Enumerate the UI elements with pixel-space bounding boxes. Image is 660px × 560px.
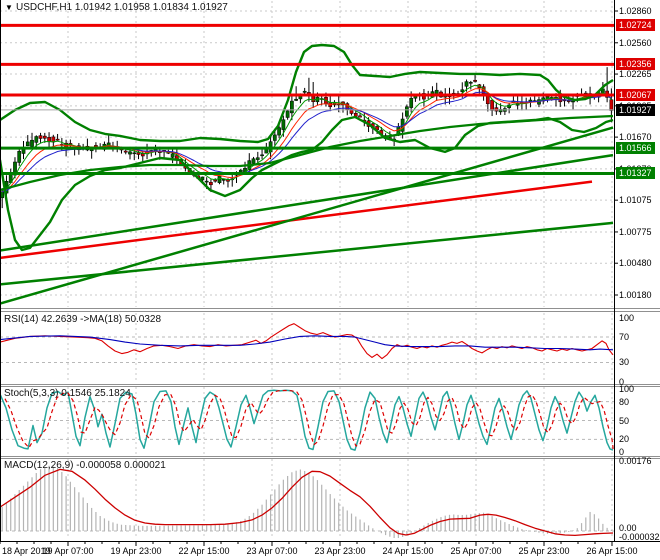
time-axis-label: 22 Apr 15:00 [178, 546, 230, 556]
candle-body [221, 179, 226, 181]
candle-body [34, 136, 39, 143]
candle-body [217, 175, 222, 183]
candle-body [413, 96, 418, 99]
candle-body [460, 89, 465, 92]
time-axis-label: 26 Apr 15:00 [586, 546, 638, 556]
candle-body [311, 96, 316, 102]
macd-indicator-title: MACD(12,26,9) -0.000058 0.000021 [4, 460, 166, 471]
bollinger-upper [0, 43, 614, 144]
symbol-dropdown-icon[interactable]: ▼ [5, 3, 13, 12]
candle-body [0, 191, 5, 199]
price-axis-label: 1.02265 [619, 69, 652, 80]
candle-body [285, 110, 290, 118]
price-axis-label: 1.00180 [619, 289, 652, 300]
candle-body [409, 98, 414, 108]
candle-body [17, 151, 22, 163]
current-price-chip: 1.01927 [616, 103, 655, 116]
candle-body [209, 182, 213, 186]
time-axis-label: 24 Apr 15:00 [382, 546, 434, 556]
forex-chart-window: ▼ USDCHF,H1 1.01942 1.01958 1.01834 1.01… [0, 0, 660, 560]
rsi-axis-label: 30 [619, 357, 630, 368]
candle-body [251, 158, 256, 164]
candle-body [123, 150, 128, 153]
stoch-indicator-title: Stoch(5,3,3) 0.1546 25.1824 [4, 388, 131, 399]
ema-slow-blue [2, 91, 612, 193]
candle-body [30, 139, 34, 147]
resistance-price-chip: 1.02724 [616, 19, 655, 32]
candle-body [255, 157, 260, 160]
candle-body [281, 119, 286, 130]
candle-body [494, 107, 499, 112]
candle-body [200, 176, 205, 181]
candle-body [464, 81, 469, 87]
time-axis-label: 19 Apr 07:00 [42, 546, 94, 556]
resistance-price-chip: 1.02067 [616, 89, 655, 102]
candle-body [571, 100, 575, 103]
candle-body [358, 115, 362, 118]
price-axis-label: 1.01670 [619, 132, 652, 143]
candle-body [42, 135, 47, 139]
candle-body [405, 106, 409, 117]
candle-body [55, 138, 60, 141]
resistance-price-chip: 1.02356 [616, 58, 655, 71]
candle-body [272, 134, 277, 141]
candle-body [473, 79, 477, 82]
candle-body [170, 153, 175, 158]
candle-body [238, 169, 243, 173]
stoch-axis-label: 100 [619, 384, 635, 394]
stoch-axis-label: 50 [619, 415, 630, 426]
rsi-axis-label: 100 [619, 313, 635, 323]
candle-body [260, 154, 264, 157]
candle-body [204, 180, 209, 183]
price-axis-label: 1.00480 [619, 258, 652, 269]
candle-body [128, 151, 132, 155]
chart-canvas [0, 0, 660, 546]
candle-body [294, 98, 298, 101]
main-chart-title: USDCHF,H1 1.01942 1.01958 1.01834 1.0192… [16, 2, 228, 13]
time-axis-label: 23 Apr 07:00 [246, 546, 298, 556]
stoch-axis-label: 80 [619, 396, 630, 407]
stoch-axis-label: 20 [619, 434, 630, 445]
rsi-axis-label: 70 [619, 332, 630, 343]
rsi-line [0, 323, 614, 360]
candle-body [140, 153, 145, 157]
time-axis-label: 19 Apr 23:00 [110, 546, 162, 556]
candle-body [38, 135, 43, 139]
time-axis-label: 25 Apr 23:00 [518, 546, 570, 556]
candle-body [609, 99, 614, 111]
rsi-indicator-title: RSI(14) 42.2639 ->MA(18) 50.0328 [4, 314, 162, 325]
price-axis-label: 1.00775 [619, 226, 652, 237]
macd-axis-label: -0.0000322 [619, 532, 660, 542]
price-axis-label: 1.02860 [619, 6, 652, 16]
candle-body [468, 82, 473, 84]
macd-axis-label: 0.00176 [619, 455, 652, 466]
candle-body [490, 99, 494, 111]
candle-body [25, 141, 30, 147]
price-axis-label: 1.01075 [619, 195, 652, 206]
support-price-chip: 1.01327 [616, 167, 655, 180]
time-axis-label: 23 Apr 23:00 [314, 546, 366, 556]
support-price-chip: 1.01566 [616, 142, 655, 155]
candle-body [277, 127, 281, 136]
candle-body [136, 152, 141, 155]
candle-body [132, 152, 137, 155]
candle-body [302, 90, 307, 93]
candle-body [290, 100, 294, 114]
time-axis-label: 25 Apr 07:00 [450, 546, 502, 556]
candle-body [528, 99, 533, 102]
price-axis-label: 1.02560 [619, 37, 652, 48]
